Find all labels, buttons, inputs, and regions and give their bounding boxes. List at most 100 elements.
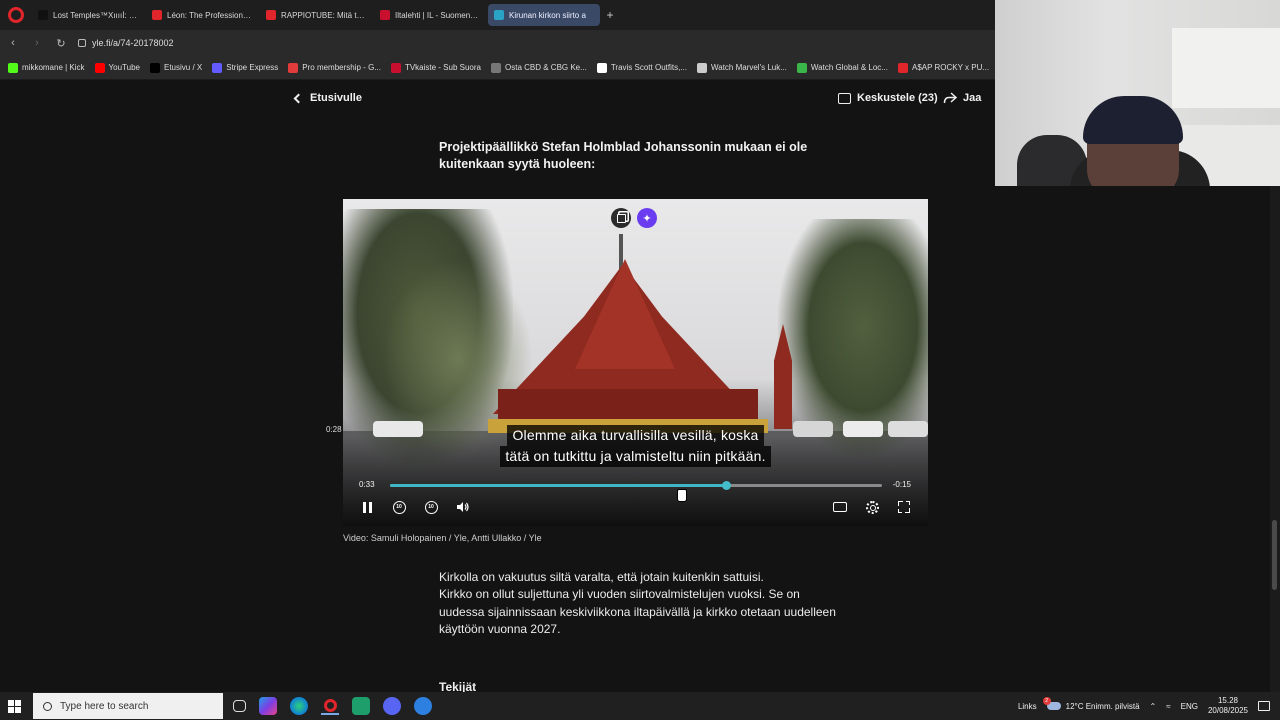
taskbar-search-placeholder: Type here to search <box>60 700 149 712</box>
browser-tab[interactable]: Iltalehti | IL - Suomen suu <box>374 4 486 26</box>
volume-button[interactable] <box>453 497 473 517</box>
chevron-up-icon[interactable]: ⌃ <box>1150 702 1157 711</box>
reload-icon[interactable]: ↻ <box>54 36 68 50</box>
url-field[interactable]: yle.fi/a/74-20178002 <box>78 38 174 48</box>
bookmark-favicon-icon <box>149 62 160 73</box>
sparkle-icon: ✦ <box>642 212 652 225</box>
authors-heading: Tekijät <box>439 680 477 692</box>
seek-bar-handle[interactable] <box>722 481 732 490</box>
bookmark-item[interactable]: Watch Global & Loc... <box>796 62 888 73</box>
windows-start-icon[interactable] <box>0 692 28 720</box>
article-body: Kirkolla on vakuutus siltä varalta, että… <box>439 569 839 638</box>
address-bar: ‹ › ↻ yle.fi/a/74-20178002 <box>0 30 995 56</box>
back-to-front-page-link[interactable]: Etusivulle <box>292 92 362 104</box>
body-paragraph: Kirkolla on vakuutus siltä varalta, että… <box>439 570 764 584</box>
gear-icon <box>865 500 879 514</box>
bookmark-item[interactable]: Pro membership - G... <box>288 62 381 73</box>
weather-badge: 2 <box>1042 697 1051 705</box>
ai-assistant-button[interactable]: ✦ <box>637 208 657 228</box>
opera-taskbar-icon[interactable] <box>321 697 339 715</box>
subtitles-button[interactable] <box>830 497 850 517</box>
taskbar-pinned-apps <box>233 697 432 715</box>
cloud-icon: 2 <box>1042 697 1061 710</box>
bookmark-item[interactable]: Osta CBD & CBG Ke... <box>491 62 587 73</box>
seek-bar-played <box>390 484 727 487</box>
windows-taskbar: Type here to search Links 2 12°C Enimm. … <box>0 692 1280 720</box>
browser-tab-active[interactable]: Kirunan kirkon siirto a <box>488 4 600 26</box>
video-controls: 0:33 -0:15 10 10 <box>343 469 928 526</box>
browser-tab[interactable]: Lost Temples™Xııııİ: "Sor <box>32 4 144 26</box>
links-toolbar[interactable]: Links <box>1018 702 1037 711</box>
bookmark-favicon-icon <box>94 62 105 73</box>
task-view-icon[interactable] <box>233 700 246 712</box>
tab-favicon-icon <box>266 10 276 20</box>
fullscreen-button[interactable] <box>894 497 914 517</box>
discuss-button[interactable]: Keskustele (23) <box>838 92 938 104</box>
bookmark-item[interactable]: YouTube <box>94 62 140 73</box>
system-tray: Links 2 12°C Enimm. pilvistä ⌃ ≈ ENG 15.… <box>1018 692 1280 720</box>
bookmark-item[interactable]: mikkomane | Kick <box>8 62 85 73</box>
bookmarks-bar: mikkomane | Kick YouTube Etusivu / X Stripe… <box>0 56 995 80</box>
bookmark-favicon-icon <box>897 62 908 73</box>
lock-icon <box>78 39 86 47</box>
forward-arrow-icon[interactable]: › <box>30 36 44 50</box>
opera-logo-icon[interactable] <box>8 7 24 23</box>
rewind-icon: 10 <box>392 500 406 514</box>
steam-icon[interactable] <box>414 697 432 715</box>
screen: Lost Temples™Xııııİ: "Sor Léon: The Prof… <box>0 0 1280 720</box>
back-arrow-icon[interactable]: ‹ <box>6 36 20 50</box>
bookmark-favicon-icon <box>212 62 223 73</box>
copy-link-button[interactable] <box>611 208 631 228</box>
weather-widget[interactable]: 2 12°C Enimm. pilvistä <box>1042 697 1140 711</box>
taskbar-search-input[interactable]: Type here to search <box>33 693 223 719</box>
edge-icon[interactable] <box>290 697 308 715</box>
bookmark-favicon-icon <box>491 62 501 73</box>
webcam-overlay <box>995 0 1280 186</box>
seek-bar[interactable] <box>390 481 882 490</box>
bookmark-favicon-icon <box>8 62 18 73</box>
webcam-kitchen-cabinets <box>1170 28 1280 108</box>
bookmark-item[interactable]: Stripe Express <box>212 62 278 73</box>
bookmark-favicon-icon <box>696 62 707 73</box>
tab-favicon-icon <box>494 10 504 20</box>
notifications-icon[interactable] <box>1258 701 1270 711</box>
browser-tab[interactable]: RAPPIOTUBE: Mitä tapaht <box>260 4 372 26</box>
subtitles-icon <box>833 502 847 512</box>
volume-icon <box>457 502 469 512</box>
bookmark-item[interactable]: Travis Scott Outfits,... <box>596 62 687 73</box>
bookmark-item[interactable]: TVkaiste - Sub Suora <box>390 62 481 73</box>
scrollbar-thumb[interactable] <box>1272 520 1277 590</box>
pause-button[interactable] <box>357 497 377 517</box>
article-top-nav: Etusivulle Keskustele (23) Jaa <box>0 80 995 120</box>
browser-tab[interactable]: Léon: The Professional 19 <box>146 4 258 26</box>
new-tab-button[interactable]: + <box>602 7 618 23</box>
subtitle-line: Olemme aika turvallisilla vesillä, koska <box>507 425 764 446</box>
forward-10-button[interactable]: 10 <box>421 497 441 517</box>
chevron-left-icon <box>293 93 304 103</box>
video-overlay-buttons: ✦ <box>611 208 657 228</box>
language-indicator[interactable]: ENG <box>1181 702 1198 711</box>
settings-button[interactable] <box>862 497 882 517</box>
clock-time: 15.28 <box>1217 696 1238 705</box>
article-lead-paragraph: Projektipäällikkö Stefan Holmblad Johans… <box>439 140 808 171</box>
share-button[interactable]: Jaa <box>943 92 981 104</box>
spreadsheet-app-icon[interactable] <box>352 697 370 715</box>
webcam-person-cap <box>1083 96 1183 144</box>
remaining-time: -0:15 <box>892 480 911 489</box>
network-icon[interactable]: ≈ <box>1166 702 1170 711</box>
bookmark-item[interactable]: Etusivu / X <box>149 62 202 73</box>
video-player[interactable]: ✦ Olemme aika turvallisilla vesillä, kos… <box>343 199 928 526</box>
video-subtitles: Olemme aika turvallisilla vesillä, koska… <box>343 425 928 467</box>
bookmark-item[interactable]: Watch Marvel's Luk... <box>696 62 787 73</box>
rewind-10-button[interactable]: 10 <box>389 497 409 517</box>
bookmark-item[interactable]: A$AP ROCKY x PU... <box>897 62 989 73</box>
clock-date: 20/08/2025 <box>1207 706 1248 715</box>
taskbar-clock[interactable]: 15.28 20/08/2025 <box>1208 696 1248 716</box>
bookmark-favicon-icon <box>288 62 299 73</box>
copilot-icon[interactable] <box>259 697 277 715</box>
tab-favicon-icon <box>380 10 390 20</box>
body-paragraph: Kirkko on ollut suljettuna yli vuoden si… <box>439 587 836 636</box>
discord-icon[interactable] <box>383 697 401 715</box>
forward-icon: 10 <box>424 500 438 514</box>
tab-favicon-icon <box>152 10 162 20</box>
